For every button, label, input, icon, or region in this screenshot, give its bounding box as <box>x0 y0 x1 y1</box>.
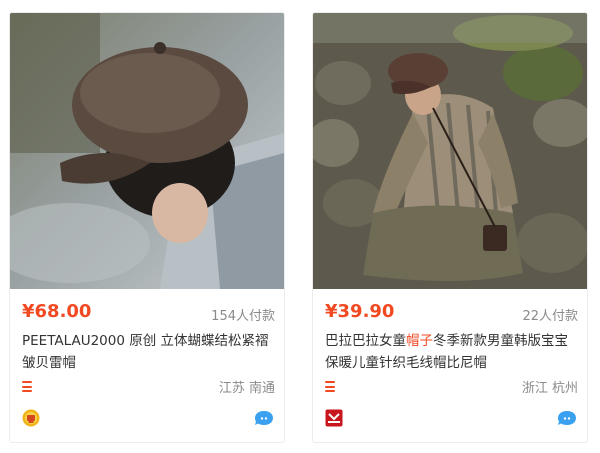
product-title[interactable]: PEETALAU2000 原创 立体蝴蝶结松紧褶皱贝雷帽 <box>22 330 276 374</box>
list-menu-icon[interactable] <box>325 381 335 392</box>
chat-bubble-icon[interactable] <box>254 410 274 426</box>
product-image[interactable] <box>313 13 587 289</box>
chat-bubble-icon[interactable] <box>557 410 577 426</box>
title-text: PEETALAU2000 原创 立体蝴蝶结松紧褶皱贝雷帽 <box>22 333 269 371</box>
shipping-location: 浙江 杭州 <box>521 381 578 396</box>
product-image[interactable] <box>10 13 284 289</box>
photo-man-newsboy-cap-icon <box>10 13 284 289</box>
title-text: 巴拉巴拉女童 <box>325 333 406 349</box>
price-label: ¥39.90 <box>325 301 395 322</box>
product-card[interactable]: ¥68.00 154人付款 PEETALAU2000 原创 立体蝴蝶结松紧褶皱贝… <box>9 12 285 443</box>
product-title[interactable]: 巴拉巴拉女童帽子冬季新款男童韩版宝宝保暖儿童针织毛线帽比尼帽 <box>325 330 579 374</box>
shipping-location: 江苏 南通 <box>218 381 275 396</box>
photo-man-on-stone-wall-icon <box>313 13 587 289</box>
red-shop-logo-icon[interactable] <box>325 409 343 427</box>
list-menu-icon[interactable] <box>22 381 32 392</box>
product-card[interactable]: ¥39.90 22人付款 巴拉巴拉女童帽子冬季新款男童韩版宝宝保暖儿童针织毛线帽… <box>312 12 588 443</box>
price-label: ¥68.00 <box>22 301 92 322</box>
sales-count: 22人付款 <box>522 309 578 324</box>
title-highlight: 帽子 <box>406 333 433 349</box>
gold-shop-badge-icon[interactable] <box>22 409 40 427</box>
sales-count: 154人付款 <box>211 309 275 324</box>
